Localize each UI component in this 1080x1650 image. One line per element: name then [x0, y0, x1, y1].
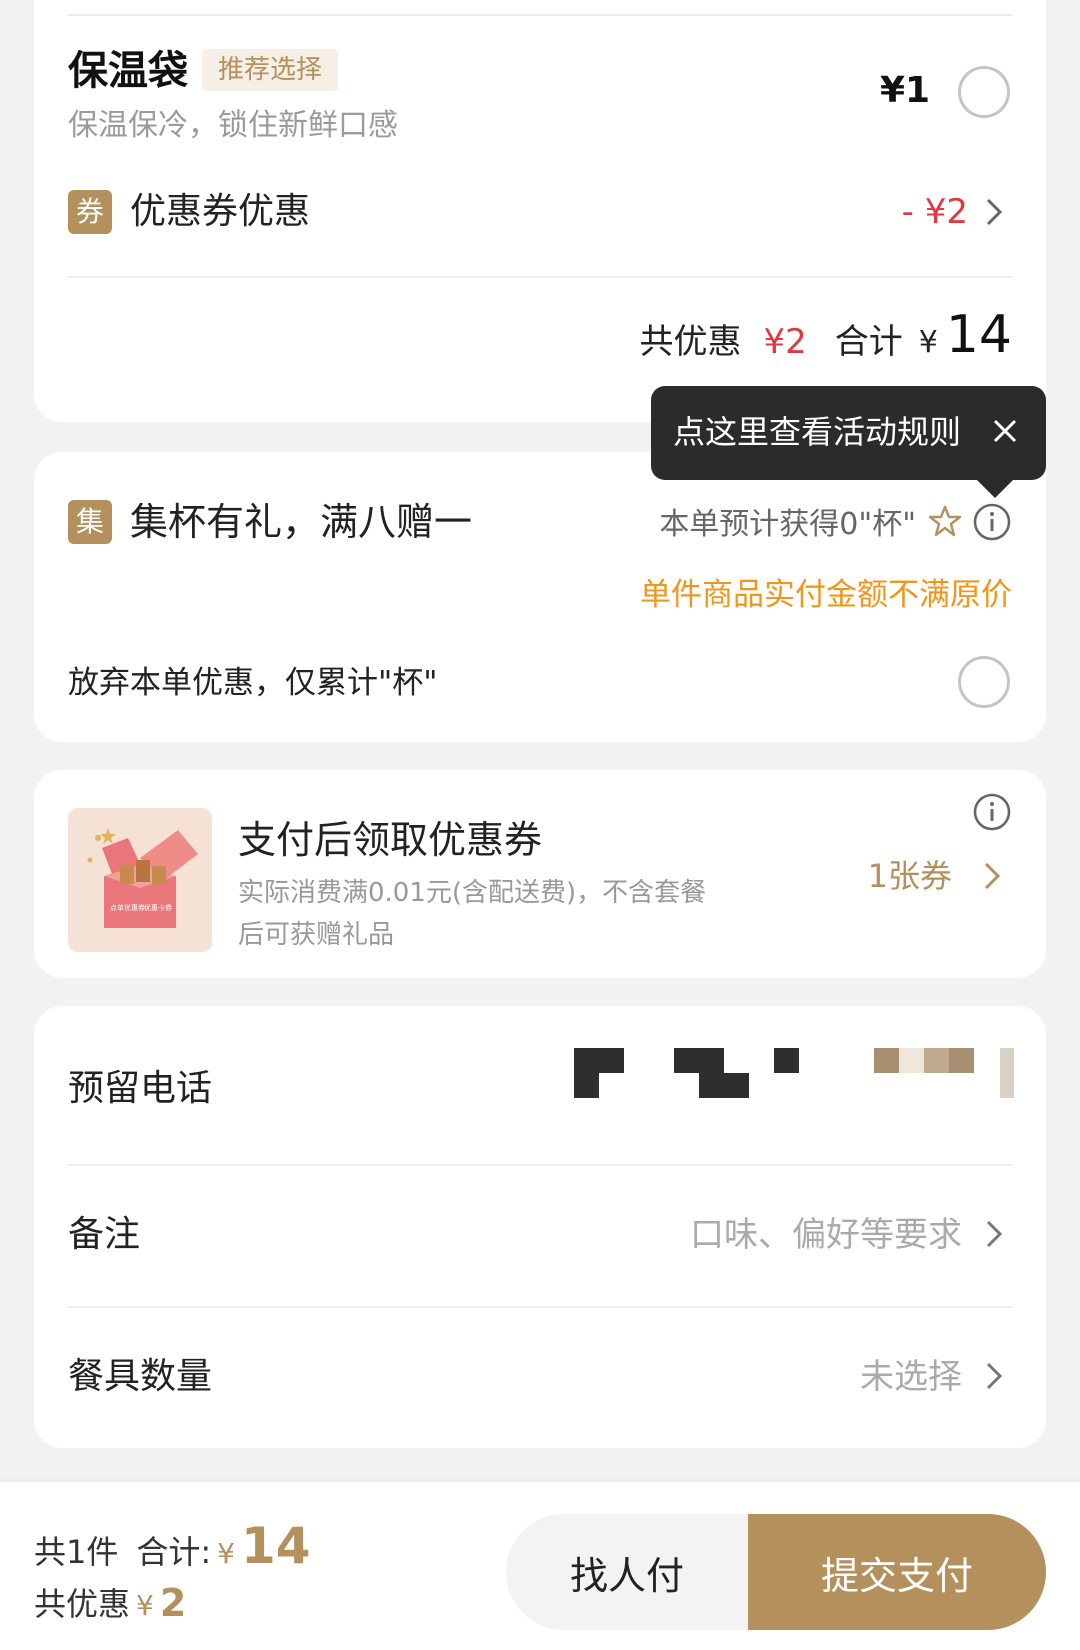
gift-box-icon: 点单优惠券 优惠卡券: [68, 808, 212, 952]
footer-total-value: 14: [241, 1517, 311, 1575]
footer-total-label: 合计:: [136, 1533, 212, 1571]
summary-discount-label: 共优惠: [639, 322, 742, 362]
collect-title: 集杯有礼，满八赠一: [130, 500, 473, 544]
submit-pay-button[interactable]: 提交支付: [748, 1514, 1046, 1630]
top-divider: [68, 14, 1012, 16]
close-icon[interactable]: [990, 416, 1020, 446]
others-pay-button[interactable]: 找人付: [506, 1514, 748, 1630]
contact-card: 预留电话 备注 口味、偏好等要求 餐具数量 未选择: [34, 1006, 1046, 1448]
summary-total-label: 合计: [834, 322, 903, 362]
utensils-value: 未选择: [860, 1357, 962, 1397]
others-pay-label: 找人付: [569, 1553, 684, 1598]
order-summary: 共优惠 ¥2 合计 ¥ 14: [639, 304, 1012, 364]
footer-discount-line: 共优惠 ¥ 2: [34, 1580, 186, 1626]
chevron-right-icon: [982, 190, 1006, 234]
coupon-amount: - ¥2: [901, 192, 968, 232]
checkout-bar: 共1件 合计: ¥ 14 共优惠 ¥ 2 找人付 提交支付: [0, 1482, 1080, 1650]
submit-pay-label: 提交支付: [820, 1553, 973, 1598]
recommend-tag: 推荐选择: [202, 49, 339, 91]
note-placeholder: 口味、偏好等要求: [690, 1215, 962, 1255]
coupon-row[interactable]: 券 优惠券优惠 - ¥2: [34, 180, 1046, 260]
note-row[interactable]: 备注 口味、偏好等要求: [34, 1166, 1046, 1308]
phone-value-masked: [574, 1048, 1014, 1098]
gift-line2: 后可获赠礼品: [238, 920, 395, 950]
collect-estimate: 本单预计获得0"杯": [659, 507, 916, 542]
utensils-row[interactable]: 餐具数量 未选择: [34, 1308, 1046, 1448]
phone-label: 预留电话: [68, 1068, 213, 1109]
footer-count: 共1件: [34, 1533, 119, 1571]
abandon-radio[interactable]: [958, 656, 1010, 708]
collect-card: 集 集杯有礼，满八赠一 本单预计获得0"杯" 单件商品实付金额不满原价 放弃本单…: [34, 452, 1046, 742]
info-icon[interactable]: [972, 502, 1012, 542]
gift-count: 1张券: [867, 857, 952, 895]
gift-box-text-right: 优惠卡券: [144, 903, 172, 912]
coupon-label: 优惠券优惠: [130, 191, 311, 232]
bag-title: 保温袋: [68, 48, 188, 94]
rules-tooltip[interactable]: 点这里查看活动规则: [651, 386, 1046, 498]
footer-discount-value: 2: [159, 1581, 187, 1625]
gift-box-text-left: 点单优惠券: [110, 903, 145, 912]
note-label: 备注: [68, 1214, 141, 1255]
utensils-label: 餐具数量: [68, 1356, 213, 1397]
star-icon[interactable]: [928, 504, 962, 538]
gift-line1: 实际消费满0.01元(含配送费)，不含套餐: [238, 878, 707, 908]
summary-total-value: 14: [945, 305, 1012, 365]
coupon-divider: [68, 276, 1012, 278]
collect-badge: 集: [68, 500, 112, 544]
summary-discount-value: ¥2: [763, 322, 807, 362]
chevron-right-icon: [980, 854, 1004, 898]
gift-title: 支付后领取优惠券: [238, 818, 543, 862]
footer-discount-label: 共优惠: [34, 1585, 131, 1623]
bag-price: ¥1: [880, 70, 931, 111]
tooltip-text: 点这里查看活动规则: [673, 413, 962, 451]
tooltip-arrow: [977, 480, 1013, 498]
collect-warning: 单件商品实付金额不满原价: [640, 577, 1012, 613]
footer-total-line: 共1件 合计: ¥ 14: [34, 1518, 311, 1574]
coupon-badge: 券: [68, 190, 112, 234]
gift-card[interactable]: 点单优惠券 优惠卡券 支付后领取优惠券 实际消费满0.01元(含配送费)，不含套…: [34, 770, 1046, 978]
phone-row: 预留电话: [34, 1006, 1046, 1166]
footer-discount-currency: ¥: [136, 1589, 154, 1622]
chevron-right-icon: [982, 1354, 1006, 1398]
pay-buttons: 找人付 提交支付: [506, 1514, 1046, 1630]
chevron-right-icon: [982, 1212, 1006, 1256]
summary-currency: ¥: [918, 325, 938, 360]
footer-currency: ¥: [217, 1537, 235, 1570]
gift-info-icon[interactable]: [972, 792, 1012, 832]
bag-card: 保温袋 推荐选择 保温保冷，锁住新鲜口感 ¥1 券 优惠券优惠 - ¥2 共优惠…: [34, 0, 1046, 422]
abandon-label: 放弃本单优惠，仅累计"杯": [68, 665, 438, 701]
bag-subtitle: 保温保冷，锁住新鲜口感: [68, 108, 398, 143]
bag-radio[interactable]: [958, 66, 1010, 118]
